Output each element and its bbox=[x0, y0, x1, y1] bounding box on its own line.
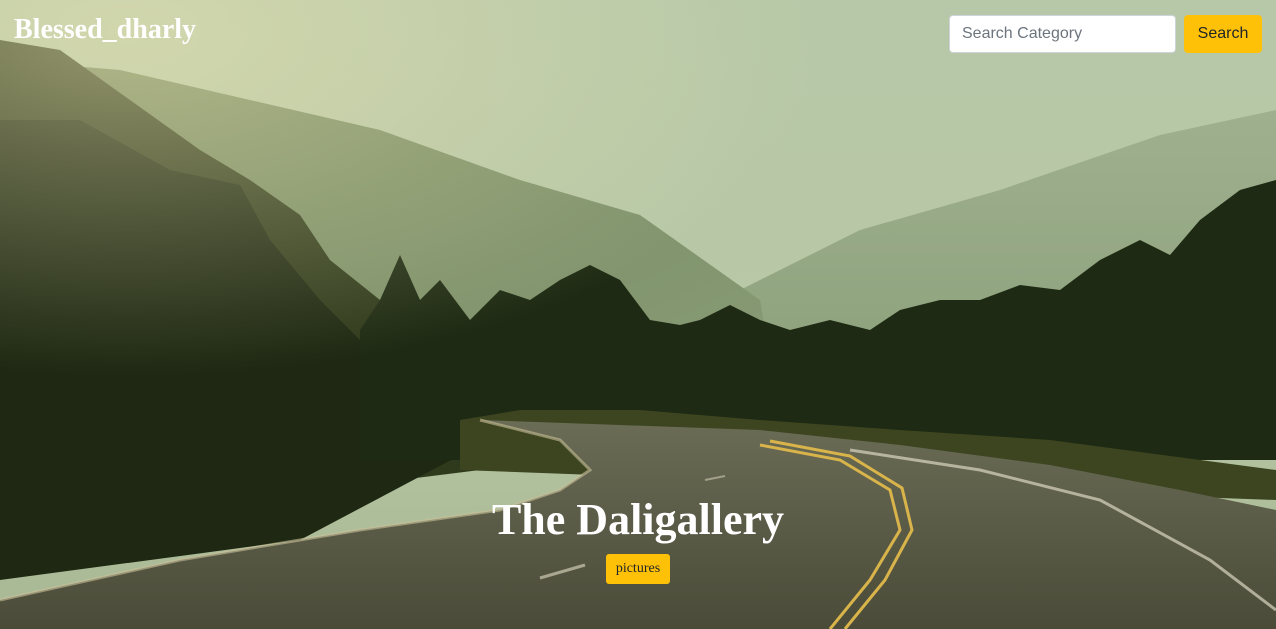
search-button[interactable]: Search bbox=[1184, 15, 1262, 53]
page-title: The Daligallery bbox=[491, 495, 785, 544]
search-form: Search bbox=[949, 15, 1262, 53]
hero-section: Blessed_dharly Search The Daligallery pi… bbox=[0, 0, 1276, 629]
hero-title-block: The Daligallery pictures bbox=[0, 494, 1276, 584]
search-input[interactable] bbox=[949, 15, 1176, 53]
pictures-tag-button[interactable]: pictures bbox=[605, 554, 671, 584]
brand-logo[interactable]: Blessed_dharly bbox=[14, 11, 196, 49]
